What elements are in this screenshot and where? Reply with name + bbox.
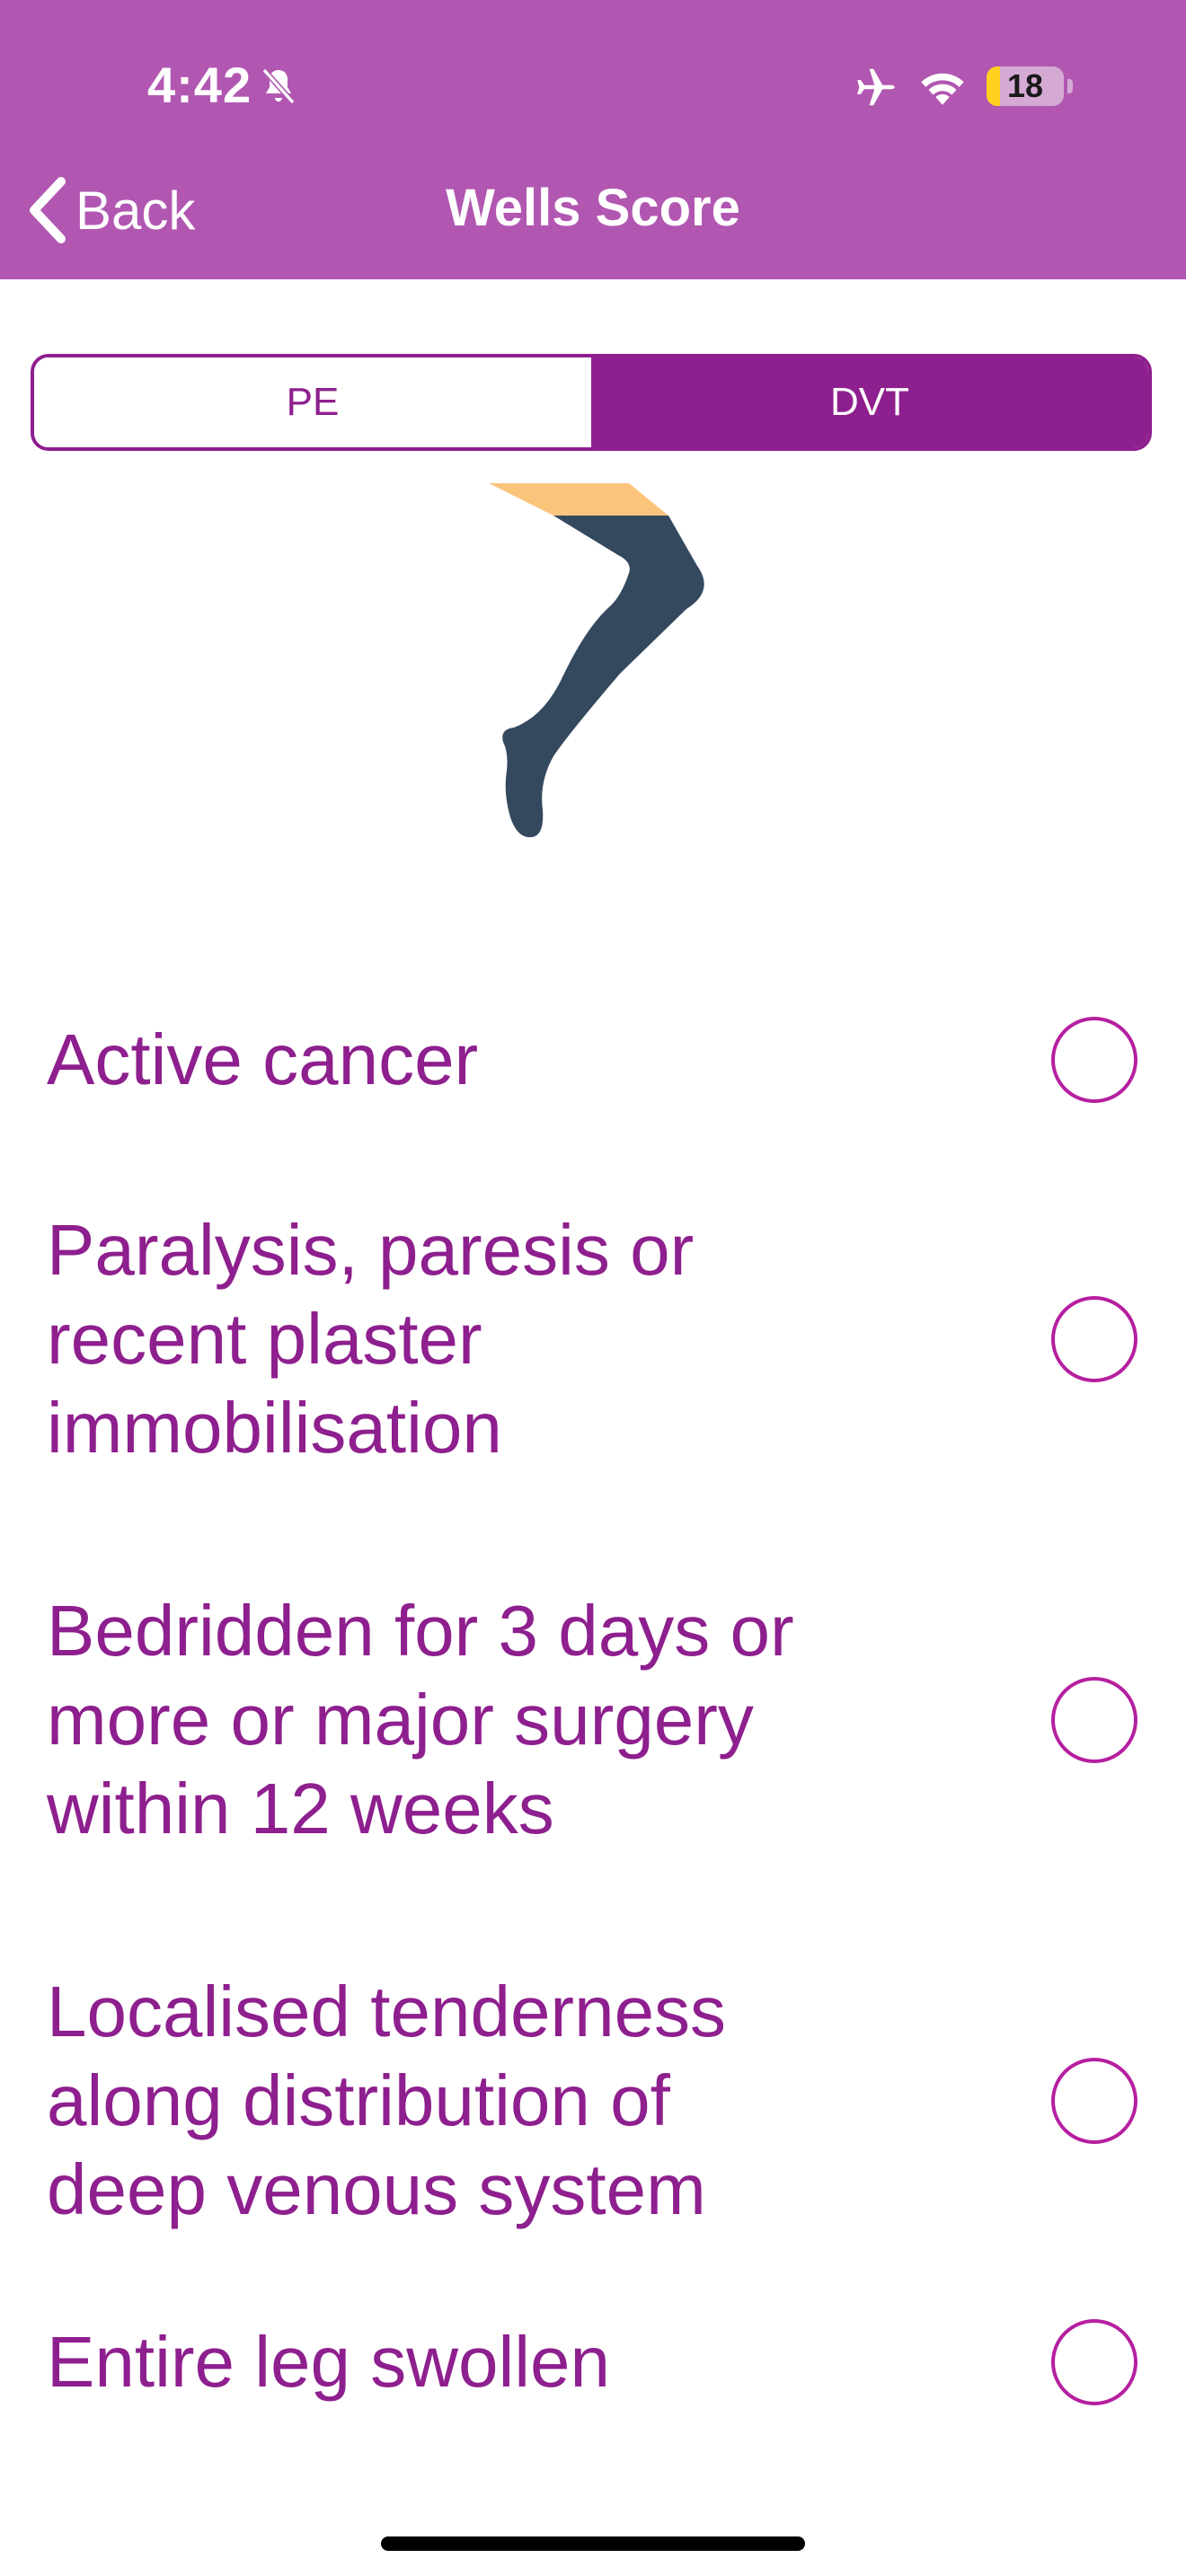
battery-level-text: 18: [1006, 67, 1044, 104]
navigation-header: 4:42 18 Back Wells Score: [0, 0, 1186, 279]
bell-slash-icon: [261, 67, 296, 105]
criterion-label: Active cancer: [47, 1019, 479, 1099]
criterion-row[interactable]: Paralysis, paresis or recent plaster imm…: [47, 1205, 1152, 1472]
criterion-radio[interactable]: [1051, 2057, 1137, 2144]
criterion-row[interactable]: Bedridden for 3 days or more or major su…: [47, 1586, 1152, 1853]
criterion-row[interactable]: Localised tenderness along distribution …: [47, 1967, 1152, 2234]
tab-pe[interactable]: PE: [34, 357, 591, 447]
criterion-label: Localised tenderness along distribution …: [47, 1972, 727, 2229]
criterion-radio[interactable]: [1051, 1016, 1137, 1103]
battery-icon: 18: [987, 66, 1064, 106]
criterion-radio[interactable]: [1051, 1295, 1137, 1382]
criterion-radio[interactable]: [1051, 2318, 1137, 2405]
page-title: Wells Score: [446, 179, 740, 237]
score-type-segmented-control: PE DVT: [31, 354, 1152, 451]
wifi-icon: [921, 73, 964, 105]
criterion-row[interactable]: Active cancer: [47, 1015, 1152, 1104]
criterion-radio[interactable]: [1051, 1676, 1137, 1763]
criterion-row[interactable]: Entire leg swollen: [47, 2317, 1152, 2406]
battery-tip: [1067, 79, 1073, 93]
leg-illustration: [489, 483, 704, 838]
status-time: 4:42: [147, 57, 252, 113]
home-indicator: [381, 2536, 805, 2551]
criterion-label: Entire leg swollen: [47, 2322, 610, 2402]
airplane-icon: [857, 68, 895, 106]
tab-dvt[interactable]: DVT: [591, 357, 1148, 447]
criterion-label: Bedridden for 3 days or more or major su…: [47, 1591, 794, 1848]
criterion-label: Paralysis, paresis or recent plaster imm…: [47, 1210, 695, 1468]
